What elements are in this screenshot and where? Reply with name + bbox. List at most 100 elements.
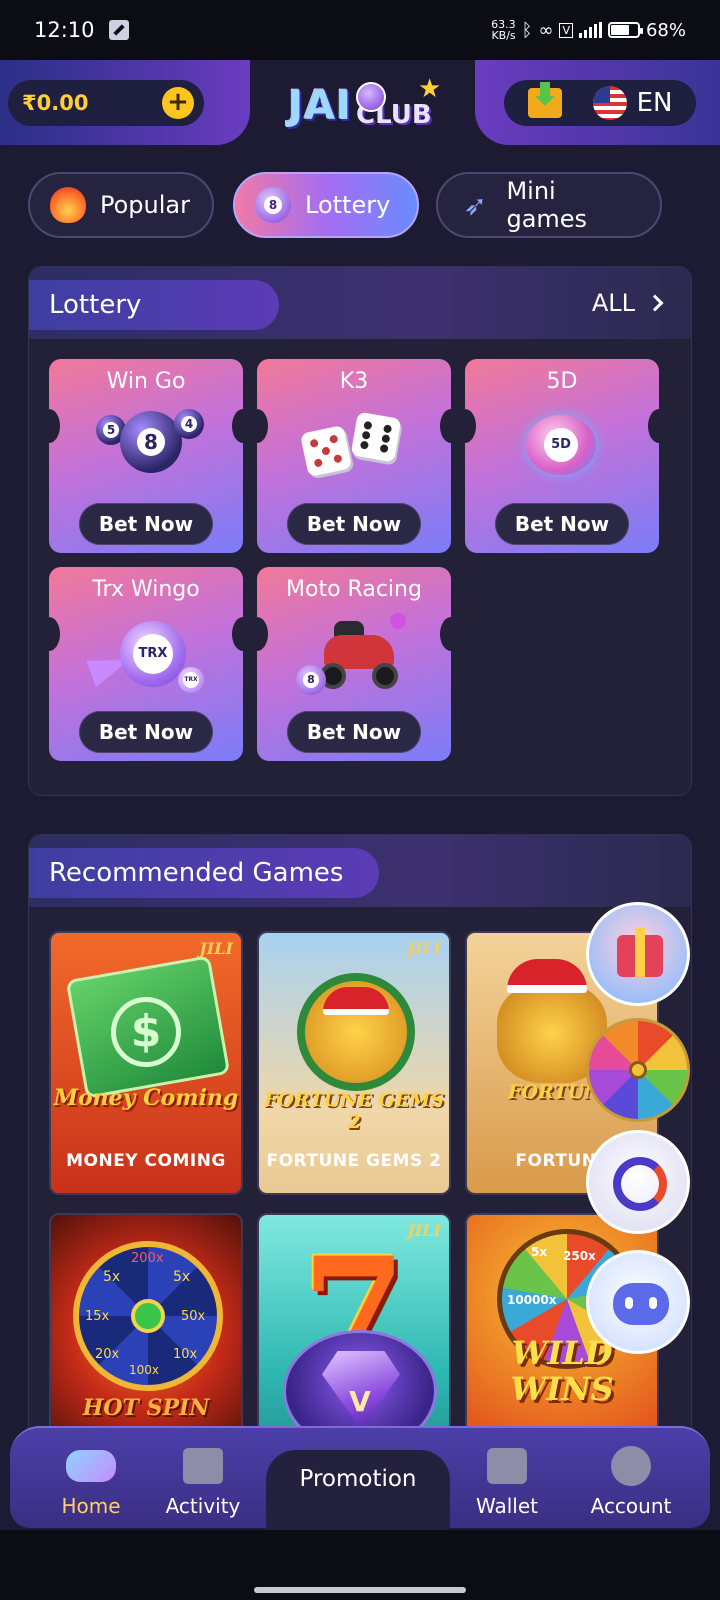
language-code: EN bbox=[636, 88, 673, 118]
add-funds-button[interactable]: + bbox=[162, 87, 194, 119]
nav-account[interactable]: Account bbox=[576, 1434, 686, 1524]
network-speed: 63.3 KB/s bbox=[490, 19, 516, 41]
lottery-card-k3[interactable]: K3 Bet Now bbox=[257, 359, 451, 553]
dollar-icon: $ bbox=[111, 997, 181, 1067]
app-logo: JAI CLUB ★ bbox=[258, 66, 462, 146]
logo-main-text: JAI bbox=[288, 83, 353, 129]
battery-fill bbox=[610, 25, 629, 35]
wheel-label: 50x bbox=[181, 1309, 206, 1324]
rocket-icon: ➶ bbox=[463, 188, 487, 222]
dice-icon bbox=[299, 407, 404, 487]
system-nav-bar bbox=[0, 1530, 720, 1600]
gift-float-button[interactable] bbox=[586, 902, 690, 1006]
tab-popular[interactable]: Popular bbox=[28, 172, 214, 238]
lottery-name: Trx Wingo bbox=[92, 577, 200, 602]
recommended-section-header: Recommended Games bbox=[29, 835, 691, 907]
lottery-card-moto-racing[interactable]: Moto Racing 8 Bet Now bbox=[257, 567, 451, 761]
balance-amount: ₹0.00 bbox=[22, 91, 89, 115]
network-speed-unit: KB/s bbox=[491, 29, 516, 42]
tab-lottery[interactable]: 8 Lottery bbox=[233, 172, 419, 238]
santa-hat-icon bbox=[323, 987, 389, 1015]
fire-icon bbox=[50, 187, 86, 223]
wheel-label: 10000x bbox=[507, 1293, 557, 1307]
view-all-label: ALL bbox=[591, 289, 635, 317]
star-icon: ★ bbox=[418, 74, 442, 104]
nav-wallet[interactable]: Wallet bbox=[452, 1434, 562, 1524]
wheel-label: 5x bbox=[173, 1269, 191, 1285]
dragon-float-button[interactable] bbox=[586, 1130, 690, 1234]
santa-hat-icon bbox=[507, 959, 587, 993]
status-right: 63.3 KB/s ᛒ ∞ V 68% bbox=[490, 19, 686, 41]
wheel-label: 15x bbox=[85, 1309, 110, 1324]
account-avatar-icon bbox=[611, 1446, 651, 1486]
nav-label: Account bbox=[590, 1494, 672, 1518]
lottery-ball-icon: 8 bbox=[255, 187, 291, 223]
nav-activity[interactable]: Activity bbox=[148, 1434, 258, 1524]
tab-label: Popular bbox=[100, 191, 190, 219]
game-card-fortune-gems-2[interactable]: JILI FORTUNE GEMS 2 FORTUNE GEMS 2 bbox=[257, 931, 451, 1195]
category-tabs: Popular 8 Lottery ➶ Mini games bbox=[28, 172, 692, 240]
view-all-lottery-button[interactable]: ALL bbox=[592, 289, 691, 317]
download-icon[interactable] bbox=[527, 82, 562, 118]
status-left: 12:10 bbox=[34, 18, 129, 42]
provider-logo: JILI bbox=[407, 939, 441, 958]
lottery-card-trx-wingo[interactable]: Trx Wingo TRX TRX Bet Now bbox=[49, 567, 243, 761]
motorbike-icon: 8 bbox=[296, 613, 406, 695]
link-icon: ∞ bbox=[538, 19, 554, 41]
wheel-label: 200x bbox=[131, 1251, 164, 1266]
status-time: 12:10 bbox=[34, 18, 95, 42]
nav-label: Wallet bbox=[475, 1494, 538, 1518]
section-title: Lottery bbox=[29, 280, 279, 330]
us-flag-icon bbox=[592, 86, 627, 120]
nav-label: Activity bbox=[165, 1494, 241, 1518]
dragon-icon bbox=[613, 1157, 667, 1211]
nav-promotion[interactable]: Promotion bbox=[266, 1450, 450, 1532]
win-go-balls-icon: 5 8 4 bbox=[96, 407, 204, 487]
chevron-right-icon bbox=[646, 294, 664, 312]
lottery-name: Win Go bbox=[106, 369, 186, 394]
bet-now-button[interactable]: Bet Now bbox=[79, 503, 213, 545]
bet-now-button[interactable]: Bet Now bbox=[79, 711, 213, 753]
vip-badge-letter: V bbox=[349, 1385, 371, 1418]
balance-pill[interactable]: ₹0.00 + bbox=[8, 80, 204, 126]
robot-icon bbox=[613, 1283, 669, 1325]
bet-now-button[interactable]: Bet Now bbox=[287, 711, 421, 753]
volte-icon: V bbox=[559, 22, 573, 38]
game-art-title: FORTUNE GEMS 2 bbox=[263, 1089, 445, 1133]
home-gesture-bar[interactable] bbox=[254, 1587, 466, 1593]
lottery-card-win-go[interactable]: Win Go 5 8 4 Bet Now bbox=[49, 359, 243, 553]
gift-ribbon-icon bbox=[635, 927, 645, 977]
bottom-navigation: Promotion Home Activity Wallet Account bbox=[0, 1418, 720, 1532]
nav-label: Home bbox=[61, 1494, 121, 1518]
game-card-money-coming[interactable]: JILI $ Money Coming MONEY COMING bbox=[49, 931, 243, 1195]
logo-club-icon bbox=[356, 82, 386, 112]
battery-percent: 68% bbox=[645, 19, 686, 41]
gamepad-icon bbox=[66, 1450, 116, 1482]
tab-label: Lottery bbox=[305, 191, 391, 219]
lottery-name: 5D bbox=[546, 369, 578, 394]
lottery-section-header: Lottery ALL bbox=[29, 267, 691, 339]
lottery-card-5d[interactable]: 5D 5D Bet Now bbox=[465, 359, 659, 553]
lucky-wheel-float-button[interactable] bbox=[586, 1018, 690, 1122]
battery-icon bbox=[607, 22, 643, 38]
wheel-hub-icon bbox=[629, 1061, 647, 1079]
language-selector[interactable]: EN bbox=[592, 86, 673, 120]
bet-now-button[interactable]: Bet Now bbox=[287, 503, 421, 545]
5d-ball-icon: 5D bbox=[512, 407, 612, 487]
header-actions: EN bbox=[504, 80, 696, 126]
wheel-label: 100x bbox=[129, 1363, 160, 1377]
nav-home[interactable]: Home bbox=[36, 1434, 146, 1524]
signal-icon bbox=[578, 22, 602, 38]
wheel-label: 5x bbox=[531, 1245, 548, 1259]
game-label: MONEY COMING bbox=[66, 1151, 226, 1171]
tab-label: Mini games bbox=[506, 177, 588, 233]
wheel-hub-icon bbox=[131, 1299, 165, 1333]
game-label: FORTUNE GEMS 2 bbox=[266, 1151, 442, 1171]
wheel-label: 10x bbox=[173, 1347, 198, 1362]
support-bot-float-button[interactable] bbox=[586, 1250, 690, 1354]
wheel-label: 20x bbox=[95, 1347, 120, 1362]
bet-now-button[interactable]: Bet Now bbox=[495, 503, 629, 545]
lottery-name: Moto Racing bbox=[286, 577, 422, 602]
trx-ball-icon: TRX TRX bbox=[86, 615, 204, 695]
tab-mini-games[interactable]: ➶ Mini games bbox=[436, 172, 662, 238]
